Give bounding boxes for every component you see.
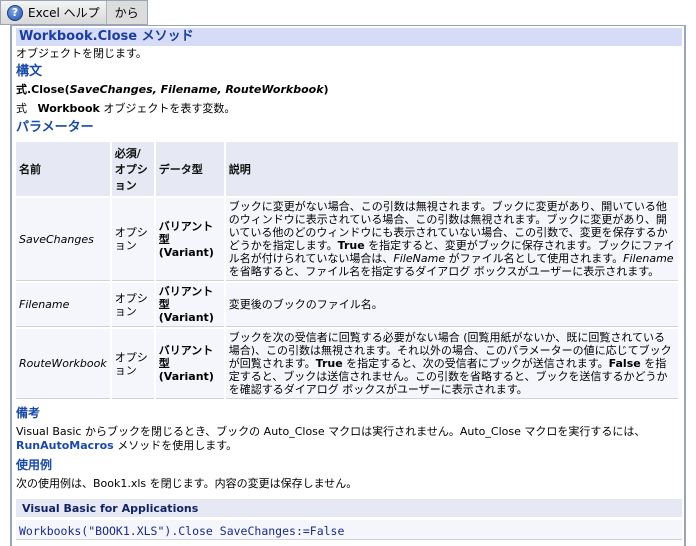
syntax-suffix: ) [323, 83, 329, 96]
syntax-prefix: 式.Close( [16, 83, 70, 96]
param-required: オプション [111, 329, 154, 399]
description-segment: True [337, 239, 365, 252]
param-row: RouteWorkbook オプション バリアント型 (Variant) ブックを次の… [16, 329, 678, 399]
syntax-line: 式.Close(SaveChanges, Filename, RouteWork… [16, 83, 682, 97]
description-segment: を指定すると、次の受信者にブックが送信されます。 [342, 357, 609, 370]
example-text: 次の使用例は、Book1.xls を閉じます。内容の変更は保存しません。 [16, 477, 358, 490]
col-header: データ型 [155, 142, 224, 196]
description-segment: を省略すると、ファイル名を指定するダイアログ ボックスがユーザーに表示されます。 [228, 265, 660, 278]
description-segment: Filename [623, 252, 674, 265]
param-type: バリアント型 (Variant) [155, 329, 224, 399]
code-block[interactable]: Workbooks("BOOK1.XLS").Close SaveChanges… [16, 520, 682, 540]
remarks-heading: 備考 [16, 406, 41, 420]
tab-from-label: から [114, 6, 139, 20]
param-description: 変更後のブックのファイル名。 [225, 283, 678, 327]
example-heading: 使用例 [16, 458, 53, 472]
page-title: Workbook.Close メソッド [16, 28, 682, 46]
param-required: オプション [111, 283, 154, 327]
runautomacros-link[interactable]: RunAutoMacros [16, 439, 114, 452]
param-name: SaveChanges [16, 198, 110, 281]
params-table: 名前 必須/オプション データ型 説明 SaveChanges オプション バリアン… [14, 140, 680, 401]
description-segment: 変更後のブックのファイル名。 [228, 298, 383, 311]
param-type: バリアント型 (Variant) [155, 283, 224, 327]
col-header: 説明 [225, 142, 678, 196]
expr-object: Workbook [37, 102, 100, 115]
help-content: Workbook.Close メソッド オブジェクトを閉じます。 構文 式.Cl… [16, 28, 682, 540]
tab-excel-help-label: Excel ヘルプ [28, 6, 100, 20]
expression-line: 式 Workbook オブジェクトを表す変数。 [16, 102, 682, 116]
param-type: バリアント型 (Variant) [155, 198, 224, 281]
question-icon: ? [7, 4, 23, 21]
col-header: 必須/オプション [111, 142, 154, 196]
expr-desc: オブジェクトを表す変数。 [99, 102, 236, 115]
remarks-body-2: メソッドを使用します。 [113, 439, 238, 452]
description-segment: がファイル名として使用されます。 [445, 252, 624, 265]
description-segment: True [315, 357, 343, 370]
code-language-label: Visual Basic for Applications [16, 499, 682, 517]
param-description: ブックに変更がない場合、この引数は無視されます。ブックに変更があり、開いている他… [225, 198, 678, 281]
syntax-heading: 構文 [16, 64, 43, 79]
description-segment: FileName [393, 252, 446, 265]
description-segment: False [608, 357, 641, 370]
syntax-args: SaveChanges, Filename, RouteWorkbook [69, 83, 324, 96]
col-header: 名前 [16, 142, 110, 196]
summary: オブジェクトを閉じます。 [16, 47, 147, 60]
param-description: ブックを次の受信者に回覧する必要がない場合 (回覧用紙がないか、既に回覧されてい… [225, 329, 678, 399]
tab-bar: ? Excel ヘルプ から [0, 0, 148, 25]
tab-excel-help[interactable]: ? Excel ヘルプ [1, 1, 107, 24]
remarks-body: Visual Basic からブックを閉じるとき、ブックの Auto_Close… [16, 425, 646, 438]
param-required: オプション [111, 198, 154, 281]
param-row: SaveChanges オプション バリアント型 (Variant) ブックに変更がな… [16, 198, 678, 281]
expr-label: 式 [16, 102, 27, 115]
remarks-text: Visual Basic からブックを閉じるとき、ブックの Auto_Close… [16, 425, 682, 453]
tab-from[interactable]: から [106, 1, 147, 24]
param-name: Filename [16, 283, 110, 327]
param-name: RouteWorkbook [16, 329, 110, 399]
params-heading: パラメーター [16, 120, 94, 135]
param-row: Filename オプション バリアント型 (Variant) 変更後のブックのファイ… [16, 283, 678, 327]
